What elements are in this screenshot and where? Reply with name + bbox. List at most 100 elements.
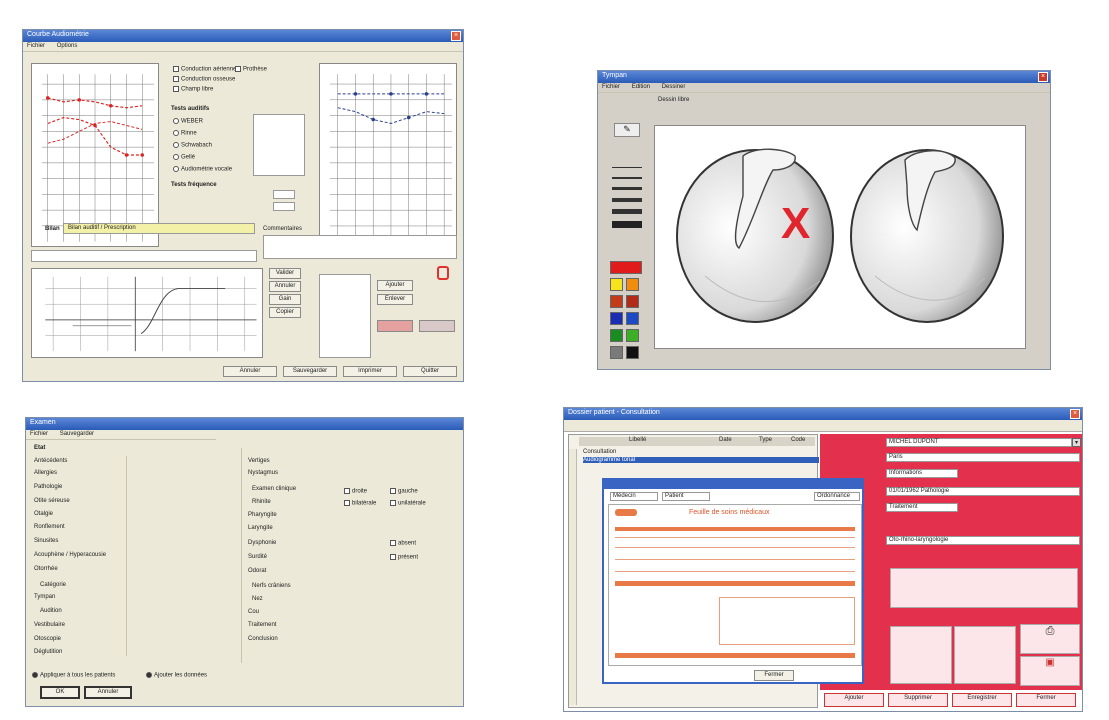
color-orange[interactable]	[626, 278, 639, 291]
right-item-13[interactable]: Traitement	[248, 622, 276, 628]
color-navy[interactable]	[610, 312, 623, 325]
color-green[interactable]	[610, 329, 623, 342]
inner-combo-2[interactable]: Patient	[662, 492, 710, 501]
check-bilaterale[interactable]: bilatérale	[344, 500, 376, 507]
left-item-11[interactable]: Tympan	[34, 594, 55, 600]
right-item-6[interactable]: Laryngite	[248, 525, 273, 531]
list-box[interactable]	[319, 274, 371, 358]
line-width-2[interactable]	[612, 177, 642, 179]
list-row-1[interactable]: Consultation	[583, 449, 616, 455]
left-item-12[interactable]: Audition	[40, 608, 62, 614]
menu-edition[interactable]: Edition	[632, 84, 650, 90]
right-item-1[interactable]: Vertiges	[248, 458, 270, 464]
freq-table[interactable]	[253, 114, 305, 176]
left-item-8[interactable]: Acouphène / Hyperacousie	[34, 552, 106, 558]
right-item-2[interactable]: Nystagmus	[248, 470, 278, 476]
close-icon[interactable]: ×	[1038, 72, 1048, 82]
right-item-3[interactable]: Examen clinique	[252, 486, 296, 492]
add-button[interactable]: Ajouter	[377, 280, 413, 291]
scroll-column[interactable]	[569, 449, 577, 705]
line-width-1[interactable]	[612, 167, 642, 168]
bottom-button-fermer[interactable]: Fermer	[1016, 693, 1076, 707]
info-box[interactable]	[890, 568, 1078, 608]
color-red[interactable]	[610, 261, 642, 274]
ok-button[interactable]: OK	[40, 686, 80, 699]
color-yellow[interactable]	[610, 278, 623, 291]
color-brown[interactable]	[626, 295, 639, 308]
qty-box-1[interactable]	[890, 626, 952, 684]
menu-sauvegarder[interactable]: Sauvegarder	[60, 431, 94, 437]
left-field-strip[interactable]	[126, 456, 236, 656]
left-item-15[interactable]: Déglutition	[34, 649, 62, 655]
line-width-3[interactable]	[612, 187, 642, 190]
bottom-button-supprimer[interactable]: Supprimer	[888, 693, 948, 707]
freq-field-1[interactable]	[273, 190, 295, 199]
radio-rinne[interactable]: Rinne	[173, 130, 197, 137]
radio-add-data[interactable]: Ajouter les données	[146, 672, 207, 679]
freq-field-2[interactable]	[273, 202, 295, 211]
left-item-2[interactable]: Allergies	[34, 470, 57, 476]
right-item-14[interactable]: Conclusion	[248, 636, 278, 642]
side-button-4[interactable]: Copier	[269, 307, 301, 318]
inner-combo-1[interactable]: Médecin	[610, 492, 658, 501]
radio-apply-all[interactable]: Appliquer à tous les patients	[32, 672, 115, 679]
pencil-icon[interactable]: ✎	[614, 123, 640, 137]
printer-icon[interactable]: ⎙	[1020, 624, 1080, 654]
chevron-down-icon[interactable]: ▾	[1072, 438, 1081, 447]
line-width-6[interactable]	[612, 221, 642, 228]
qty-box-2[interactable]	[954, 626, 1016, 684]
check-droite[interactable]: droite	[344, 488, 367, 495]
side-button-2[interactable]: Annuler	[269, 281, 301, 292]
close-icon[interactable]: ×	[1070, 409, 1080, 419]
legend-item-3[interactable]: Champ libre	[173, 86, 213, 93]
right-item-11[interactable]: Nez	[252, 596, 263, 602]
cancel-button[interactable]: Annuler	[84, 686, 132, 699]
right-item-8[interactable]: Surdité	[248, 554, 267, 560]
right-item-9[interactable]: Odorat	[248, 568, 266, 574]
legend-item-2[interactable]: Conduction osseuse	[173, 76, 235, 83]
bottom-button-enregistrer[interactable]: Enregistrer	[952, 693, 1012, 707]
left-item-1[interactable]: Antécédents	[34, 458, 67, 464]
left-item-7[interactable]: Sinusites	[34, 538, 58, 544]
menu-options[interactable]: Options	[57, 43, 78, 49]
left-item-9[interactable]: Otorrhée	[34, 566, 58, 572]
color-darkred[interactable]	[610, 295, 623, 308]
right-item-7[interactable]: Dysphonie	[248, 540, 276, 546]
right-item-5[interactable]: Pharyngite	[248, 512, 277, 518]
left-item-3[interactable]: Pathologie	[34, 484, 62, 490]
close-icon[interactable]: ×	[451, 31, 461, 41]
patient-field-3[interactable]: Informations	[886, 469, 958, 478]
check-unilaterale[interactable]: unilatérale	[390, 500, 426, 507]
remarks-field[interactable]	[263, 235, 457, 259]
check-gauche[interactable]: gauche	[390, 488, 418, 495]
radio-gelle[interactable]: Gellé	[173, 154, 195, 161]
check-present[interactable]: présent	[390, 554, 418, 561]
tab-bilan[interactable]: Bilan	[45, 226, 60, 232]
patient-field-5[interactable]: Traitement	[886, 503, 958, 512]
left-item-5[interactable]: Otalgie	[34, 511, 53, 517]
bottom-button-1[interactable]: Annuler	[223, 366, 277, 377]
red-button-1[interactable]	[377, 320, 413, 332]
bottom-button-2[interactable]: Sauvegarder	[283, 366, 337, 377]
right-item-12[interactable]: Cou	[248, 609, 259, 615]
list-row-2[interactable]: Audiogramme tonal	[583, 457, 819, 463]
radio-weber[interactable]: WEBER	[173, 118, 203, 125]
form-scroll[interactable]: Feuille de soins médicaux	[608, 504, 862, 666]
color-black[interactable]	[626, 346, 639, 359]
patient-field-6[interactable]: Oto-rhino-laryngologie	[886, 536, 1080, 545]
left-item-6[interactable]: Ronflement	[34, 524, 65, 530]
left-item-4[interactable]: Otite séreuse	[34, 498, 70, 504]
bottom-button-4[interactable]: Quitter	[403, 366, 457, 377]
menu-dessiner[interactable]: Dessiner	[662, 84, 686, 90]
remove-button[interactable]: Enlever	[377, 294, 413, 305]
list-header-code[interactable]: Code	[791, 437, 805, 443]
check-absent[interactable]: absent	[390, 540, 416, 547]
patient-field-1[interactable]: MICHEL DUPONT	[886, 438, 1072, 447]
radio-schwabach[interactable]: Schwabach	[173, 142, 212, 149]
legend-item-1[interactable]: Conduction aérienne	[173, 66, 236, 73]
inner-close-button[interactable]: Fermer	[754, 670, 794, 681]
side-button-3[interactable]: Gain	[269, 294, 301, 305]
inner-combo-3[interactable]: Ordonnance	[814, 492, 860, 501]
right-item-10[interactable]: Nerfs crâniens	[252, 583, 291, 589]
left-item-10[interactable]: Catégorie	[40, 582, 66, 588]
